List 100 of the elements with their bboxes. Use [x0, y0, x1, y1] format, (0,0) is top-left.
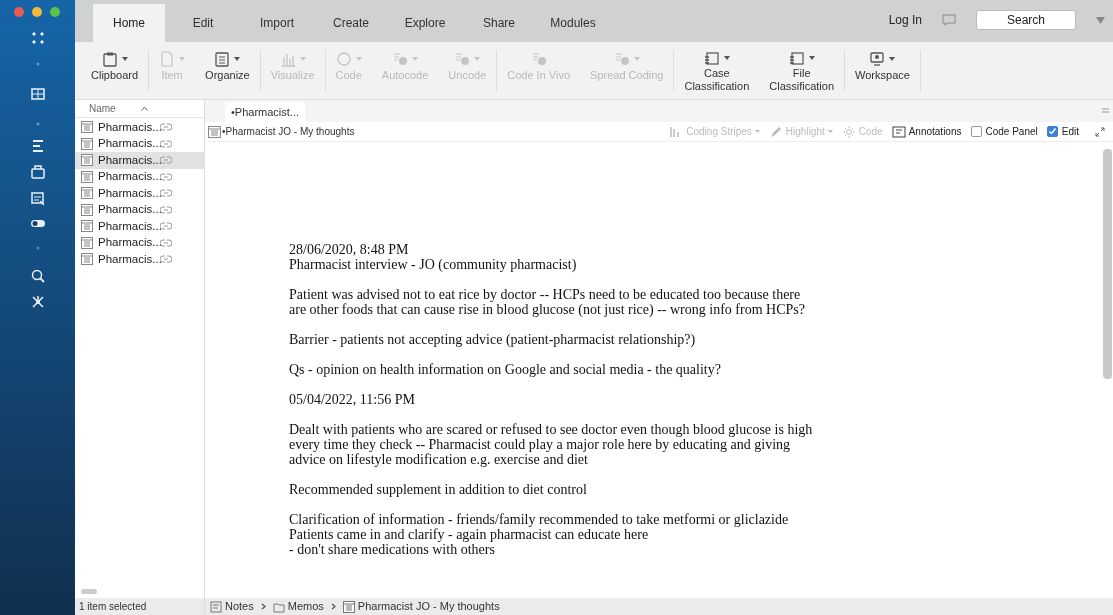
document-title: •Pharmacist JO - My thoughts	[222, 125, 355, 139]
caret-icon	[179, 57, 186, 61]
search-icon[interactable]	[29, 268, 46, 284]
clipboard-icon	[101, 51, 118, 67]
memo-icon	[208, 125, 221, 138]
caret-icon	[121, 57, 128, 61]
ribbon-button[interactable]: File Classification	[759, 48, 845, 93]
caret-icon	[234, 57, 241, 61]
menu-tab[interactable]: Home	[93, 4, 165, 42]
link-icon	[160, 139, 172, 148]
paragraph: Clarification of information - friends/family recommended to take metformi or gliclazide Patients came in and clarify - again pharmacist can educate here - don't share medications with others	[289, 512, 790, 557]
memo-icon	[81, 137, 93, 150]
list-row[interactable]: Pharmacis...	[75, 201, 204, 218]
link-icon	[160, 189, 172, 198]
paragraph: Qs - opinion on health information on Google and social media - the quality?	[289, 362, 722, 377]
ribbon-button[interactable]: Workspace	[845, 48, 920, 93]
page-icon	[159, 51, 176, 67]
notebook-icon	[210, 600, 222, 613]
expand-icon[interactable]	[1095, 126, 1105, 137]
caret-icon	[633, 57, 640, 61]
caret-icon	[474, 57, 481, 61]
list-row[interactable]: Pharmacis...	[75, 218, 204, 235]
caret-icon	[723, 56, 730, 60]
toolbar-button[interactable]: Annotations	[891, 124, 962, 139]
caret-icon	[355, 57, 362, 61]
ribbon-button[interactable]: Clipboard	[81, 48, 149, 93]
window-controls-icon[interactable]	[12, 6, 63, 18]
paragraph: Patient was advised not to eat rice by doctor -- HCPs need to be educated too because there are other foods that can cause rise in blood glucose (not just rice) -- wrong info from HCPs?	[289, 287, 806, 317]
list-row[interactable]: Pharmacis...	[75, 185, 204, 202]
memo-icon	[81, 236, 93, 249]
login-link[interactable]: Log In	[888, 11, 922, 29]
menu-tab[interactable]: Import	[241, 4, 313, 42]
breadcrumb-item[interactable]: Notes	[210, 598, 254, 615]
check-icon	[1047, 127, 1057, 136]
scrollbar[interactable]	[1103, 149, 1112, 379]
paragraph: Barrier - patients not accepting advice (patient-pharmacist relationship?)	[289, 332, 697, 347]
briefcase-icon[interactable]	[29, 164, 46, 180]
code-icon	[530, 51, 547, 67]
memo-icon	[81, 187, 93, 200]
memo-icon	[81, 220, 93, 233]
menu-tab[interactable]: Share	[463, 4, 535, 42]
checkbox[interactable]: Code Panel	[970, 124, 1038, 139]
list-row[interactable]: Pharmacis...	[75, 135, 204, 152]
ribbon-button[interactable]: Case Classification	[674, 48, 760, 93]
folder-icon	[272, 600, 285, 613]
caret-icon	[889, 57, 896, 61]
link-icon	[160, 205, 172, 214]
scrollbar[interactable]	[81, 589, 97, 594]
code-icon	[392, 51, 409, 67]
paragraph: 28/06/2020, 8:48 PM Pharmacist interview - JO (community pharmacist)	[289, 242, 578, 272]
list-row[interactable]: Pharmacis...	[75, 251, 204, 268]
table-icon[interactable]	[29, 86, 46, 102]
breadcrumb-item[interactable]: Memos	[272, 598, 324, 615]
list-icon	[214, 51, 231, 67]
paragraph: Recommended supplement in addition to diet control	[289, 482, 588, 497]
sort-icon[interactable]	[141, 106, 148, 111]
column-header[interactable]: Name	[89, 101, 141, 116]
link-icon	[160, 255, 172, 264]
list-row[interactable]: Pharmacis...	[75, 119, 204, 136]
chevron-icon	[330, 603, 336, 610]
memo-icon	[81, 203, 93, 216]
paragraph: Dealt with patients who are scared or refused to see doctor even though blood glucose is high every time they check -- Pharmacist could play a major role here by educating and giving advice on lifestyle modification e.g. exercise and diet	[289, 422, 814, 467]
memo-icon	[81, 170, 93, 183]
network-icon[interactable]	[29, 294, 46, 310]
code-icon	[454, 51, 471, 67]
monitor-icon	[869, 51, 886, 67]
classification-icon	[788, 50, 805, 66]
link-icon	[160, 238, 172, 247]
menu-tab[interactable]: Modules	[537, 4, 609, 42]
menu-tab[interactable]: Explore	[389, 4, 461, 42]
classification-icon	[703, 50, 720, 66]
menu-tab[interactable]: Create	[315, 4, 387, 42]
selection-status: 1 item selected	[79, 600, 147, 614]
link-icon	[160, 123, 172, 132]
checkbox[interactable]: Edit	[1046, 124, 1079, 139]
calendar-icon[interactable]	[29, 190, 46, 206]
menu-tab[interactable]: Edit	[167, 4, 239, 42]
breadcrumb-item[interactable]: Pharmacist JO - My thoughts	[342, 598, 500, 615]
document-tab[interactable]: •Pharmacist...	[225, 102, 306, 122]
list-row[interactable]: Pharmacis...	[75, 234, 204, 251]
caret-icon	[808, 56, 815, 60]
paragraph: 05/04/2022, 11:56 PM	[289, 392, 416, 407]
chevron-icon	[260, 603, 266, 610]
caret-icon	[412, 57, 419, 61]
memo-icon	[342, 600, 355, 613]
caret-icon	[754, 130, 760, 133]
note-icon	[891, 124, 906, 139]
link-icon	[160, 156, 172, 165]
list-row[interactable]: Pharmacis...	[75, 152, 204, 169]
list-row[interactable]: Pharmacis...	[75, 168, 204, 185]
code-icon	[613, 51, 630, 67]
pen-icon	[768, 124, 783, 139]
memo-icon	[81, 154, 93, 167]
link-icon	[160, 172, 172, 181]
caret-icon	[827, 130, 833, 133]
ribbon-button[interactable]: Organize	[195, 48, 260, 93]
caret-icon	[299, 57, 306, 61]
sun-icon	[841, 124, 856, 139]
memo-icon	[81, 121, 93, 134]
search-field[interactable]: Search	[976, 10, 1076, 30]
